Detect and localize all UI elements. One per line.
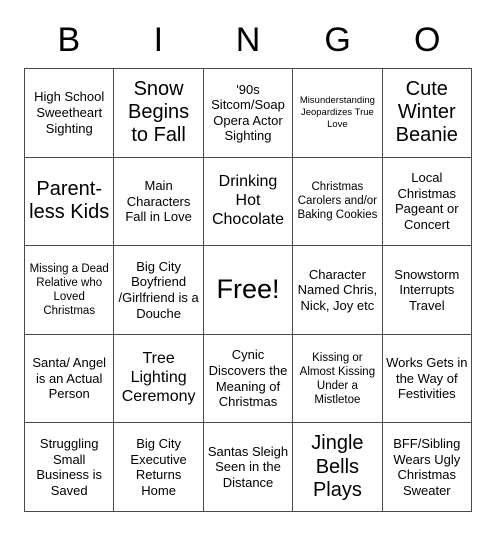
- header-letter-g: G: [324, 21, 351, 59]
- bingo-cell[interactable]: Cynic Discovers the Meaning of Christmas: [203, 334, 294, 424]
- bingo-cell[interactable]: Snow Begins to Fall: [114, 69, 204, 158]
- bingo-cell-label: Misunderstanding Jeopardizes True Love: [299, 94, 375, 130]
- bingo-cell-label: Cynic Discovers the Meaning of Christmas: [208, 347, 288, 410]
- bingo-cell-label: Santas Sleigh Seen in the Distance: [207, 443, 289, 490]
- bingo-cell[interactable]: Tree Lighting Ceremony: [114, 334, 204, 424]
- bingo-cell[interactable]: Misunderstanding Jeopardizes True Love: [293, 69, 383, 158]
- bingo-cell[interactable]: Big City Boyfriend /Girlfriend is a Douc…: [114, 246, 204, 335]
- bingo-cell-label: Local Christmas Pageant or Concert: [394, 170, 459, 232]
- bingo-cell-free[interactable]: Free!: [203, 246, 294, 335]
- bingo-cell-label: Christmas Carolers and/or Baking Cookies: [297, 181, 378, 222]
- bingo-cell[interactable]: BFF/Sibling Wears Ugly Christmas Sweater: [382, 423, 472, 512]
- header-letter-i: I: [153, 21, 164, 59]
- bingo-cell-label: Main Characters Fall in Love: [125, 178, 192, 225]
- bingo-cell-label: Jingle Bells Plays: [311, 432, 364, 501]
- bingo-cell[interactable]: Jingle Bells Plays: [293, 423, 383, 512]
- bingo-cell-label: Cute Winter Beanie: [395, 78, 458, 147]
- bingo-cell[interactable]: Cute Winter Beanie: [382, 69, 472, 158]
- bingo-cell[interactable]: Santa/ Angel is an Actual Person: [25, 334, 115, 424]
- bingo-cell[interactable]: Snowstorm Interrupts Travel: [382, 246, 472, 335]
- bingo-cell[interactable]: Works Gets in the Way of Festivities: [382, 334, 472, 424]
- bingo-cell[interactable]: Big City Executive Returns Home: [114, 423, 204, 512]
- bingo-cell-label: Missing a Dead Relative who Loved Christ…: [29, 262, 109, 317]
- bingo-cell[interactable]: '90s Sitcom/Soap Opera Actor Sighting: [203, 69, 294, 158]
- bingo-cell-label: Kissing or Almost Kissing Under a Mistle…: [299, 351, 376, 406]
- bingo-cell-label: Struggling Small Business is Saved: [36, 436, 103, 498]
- bingo-header: B I N G O: [24, 14, 472, 66]
- bingo-card: B I N G O High School Sweetheart Sightin…: [0, 0, 500, 544]
- bingo-cell-label: Big City Boyfriend /Girlfriend is a Douc…: [118, 258, 199, 321]
- bingo-cell[interactable]: Parent-less Kids: [25, 157, 115, 247]
- header-letter-o: O: [413, 21, 441, 59]
- bingo-cell[interactable]: Local Christmas Pageant or Concert: [382, 157, 472, 247]
- bingo-cell[interactable]: Christmas Carolers and/or Baking Cookies: [293, 157, 383, 247]
- bingo-cell[interactable]: Missing a Dead Relative who Loved Christ…: [25, 246, 115, 335]
- bingo-cell-label: Big City Executive Returns Home: [130, 436, 187, 498]
- header-letter-b: B: [57, 21, 81, 59]
- bingo-cell-label: Tree Lighting Ceremony: [121, 350, 196, 406]
- bingo-cell-label: Drinking Hot Chocolate: [211, 173, 285, 228]
- bingo-grid: High School Sweetheart Sighting Snow Begi…: [24, 68, 472, 512]
- bingo-cell-label: Snow Begins to Fall: [128, 78, 190, 147]
- bingo-cell-label: High School Sweetheart Sighting: [34, 89, 105, 136]
- bingo-cell[interactable]: Kissing or Almost Kissing Under a Mistle…: [293, 334, 383, 424]
- bingo-cell[interactable]: Struggling Small Business is Saved: [25, 423, 115, 512]
- header-letter-n: N: [235, 21, 261, 59]
- bingo-cell-label: Character Named Chris, Nick, Joy etc: [297, 266, 378, 313]
- bingo-cell-label: Parent-less Kids: [29, 178, 110, 224]
- bingo-cell-label: BFF/Sibling Wears Ugly Christmas Sweater: [393, 436, 461, 498]
- bingo-cell-label: Works Gets in the Way of Festivities: [386, 355, 468, 402]
- bingo-cell-label: Santa/ Angel is an Actual Person: [32, 355, 107, 402]
- bingo-cell[interactable]: High School Sweetheart Sighting: [25, 69, 115, 158]
- bingo-cell[interactable]: Character Named Chris, Nick, Joy etc: [293, 246, 383, 335]
- bingo-cell-label: Snowstorm Interrupts Travel: [394, 266, 460, 313]
- bingo-cell-label: Free!: [216, 274, 280, 305]
- bingo-cell[interactable]: Drinking Hot Chocolate: [203, 157, 294, 247]
- bingo-cell[interactable]: Santas Sleigh Seen in the Distance: [203, 423, 294, 512]
- bingo-cell-label: '90s Sitcom/Soap Opera Actor Sighting: [211, 81, 285, 144]
- bingo-cell[interactable]: Main Characters Fall in Love: [114, 157, 204, 247]
